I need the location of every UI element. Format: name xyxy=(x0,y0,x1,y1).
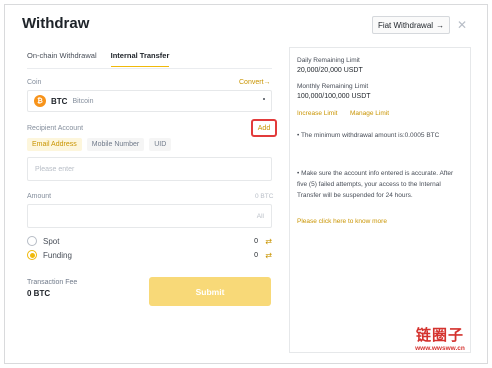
coin-name: Bitcoin xyxy=(72,97,94,105)
watermark-url: www.wwsww.cn xyxy=(415,345,465,352)
arrow-right-icon: → xyxy=(436,20,445,30)
add-recipient-button[interactable]: Add xyxy=(251,119,277,137)
daily-limit-label: Daily Remaining Limit xyxy=(297,57,360,64)
chip-uid[interactable]: UID xyxy=(149,138,172,151)
transaction-fee-value: 0 BTC xyxy=(27,289,51,298)
funding-label: Funding xyxy=(43,250,72,260)
transfer-swap-icon[interactable]: ⇄ xyxy=(265,237,272,246)
spot-radio[interactable] xyxy=(27,236,37,246)
limits-info-panel: Daily Remaining Limit 20,000/20,000 USDT… xyxy=(289,47,471,353)
recipient-account-label: Recipient Account xyxy=(27,125,84,132)
minimum-amount-note: • The minimum withdrawal amount is:0.000… xyxy=(297,132,440,139)
chip-email-address[interactable]: Email Address xyxy=(27,138,82,151)
close-icon[interactable]: ✕ xyxy=(456,16,468,34)
tab-divider xyxy=(27,68,272,69)
bitcoin-icon: ₿ xyxy=(34,95,46,107)
know-more-link[interactable]: Please click here to know more xyxy=(297,218,387,225)
recipient-type-chips: Email Address Mobile Number UID xyxy=(27,138,172,151)
funding-radio[interactable] xyxy=(27,250,37,260)
site-watermark: 链圈子 www.wwsww.cn xyxy=(392,324,488,364)
monthly-limit-value: 100,000/100,000 USDT xyxy=(297,93,371,100)
recipient-placeholder: Please enter xyxy=(35,165,75,173)
wallet-option-funding[interactable]: Funding 0 ⇄ xyxy=(27,249,272,261)
manage-limit-link[interactable]: Manage Limit xyxy=(350,110,389,117)
amount-label: Amount xyxy=(27,193,52,200)
tab-on-chain-withdrawal[interactable]: On-chain Withdrawal xyxy=(27,51,97,67)
amount-balance: 0 BTC xyxy=(255,193,274,200)
convert-link[interactable]: Convert→ xyxy=(239,79,271,86)
watermark-logo-text: 链圈子 xyxy=(415,327,464,344)
coin-select[interactable]: ₿ BTC Bitcoin xyxy=(27,90,272,112)
wallet-option-spot[interactable]: Spot 0 ⇄ xyxy=(27,235,272,247)
submit-button[interactable]: Submit xyxy=(149,277,271,306)
fiat-withdrawal-button[interactable]: Fiat Withdrawal → xyxy=(372,16,450,34)
fiat-withdrawal-label: Fiat Withdrawal xyxy=(377,20,434,30)
chip-mobile-number[interactable]: Mobile Number xyxy=(86,138,145,151)
spot-label: Spot xyxy=(43,236,60,246)
dialog-title: Withdraw xyxy=(22,15,90,32)
transaction-fee-label: Transaction Fee xyxy=(27,279,78,286)
security-note: • Make sure the account info entered is … xyxy=(297,170,454,199)
recipient-input[interactable]: Please enter xyxy=(27,157,272,181)
transfer-swap-icon[interactable]: ⇄ xyxy=(265,251,272,260)
coin-label: Coin xyxy=(27,79,42,86)
amount-input[interactable]: All xyxy=(27,204,272,228)
funding-balance: 0 xyxy=(254,251,258,259)
daily-limit-value: 20,000/20,000 USDT xyxy=(297,67,363,74)
increase-limit-link[interactable]: Increase Limit xyxy=(297,110,337,117)
withdraw-tabs: On-chain Withdrawal Internal Transfer xyxy=(27,51,170,69)
dropdown-caret-icon xyxy=(263,98,265,100)
tab-internal-transfer[interactable]: Internal Transfer xyxy=(110,51,170,67)
spot-balance: 0 xyxy=(254,237,258,245)
amount-all-button[interactable]: All xyxy=(257,213,264,220)
monthly-limit-label: Monthly Remaining Limit xyxy=(297,83,369,90)
coin-symbol: BTC xyxy=(51,96,68,106)
